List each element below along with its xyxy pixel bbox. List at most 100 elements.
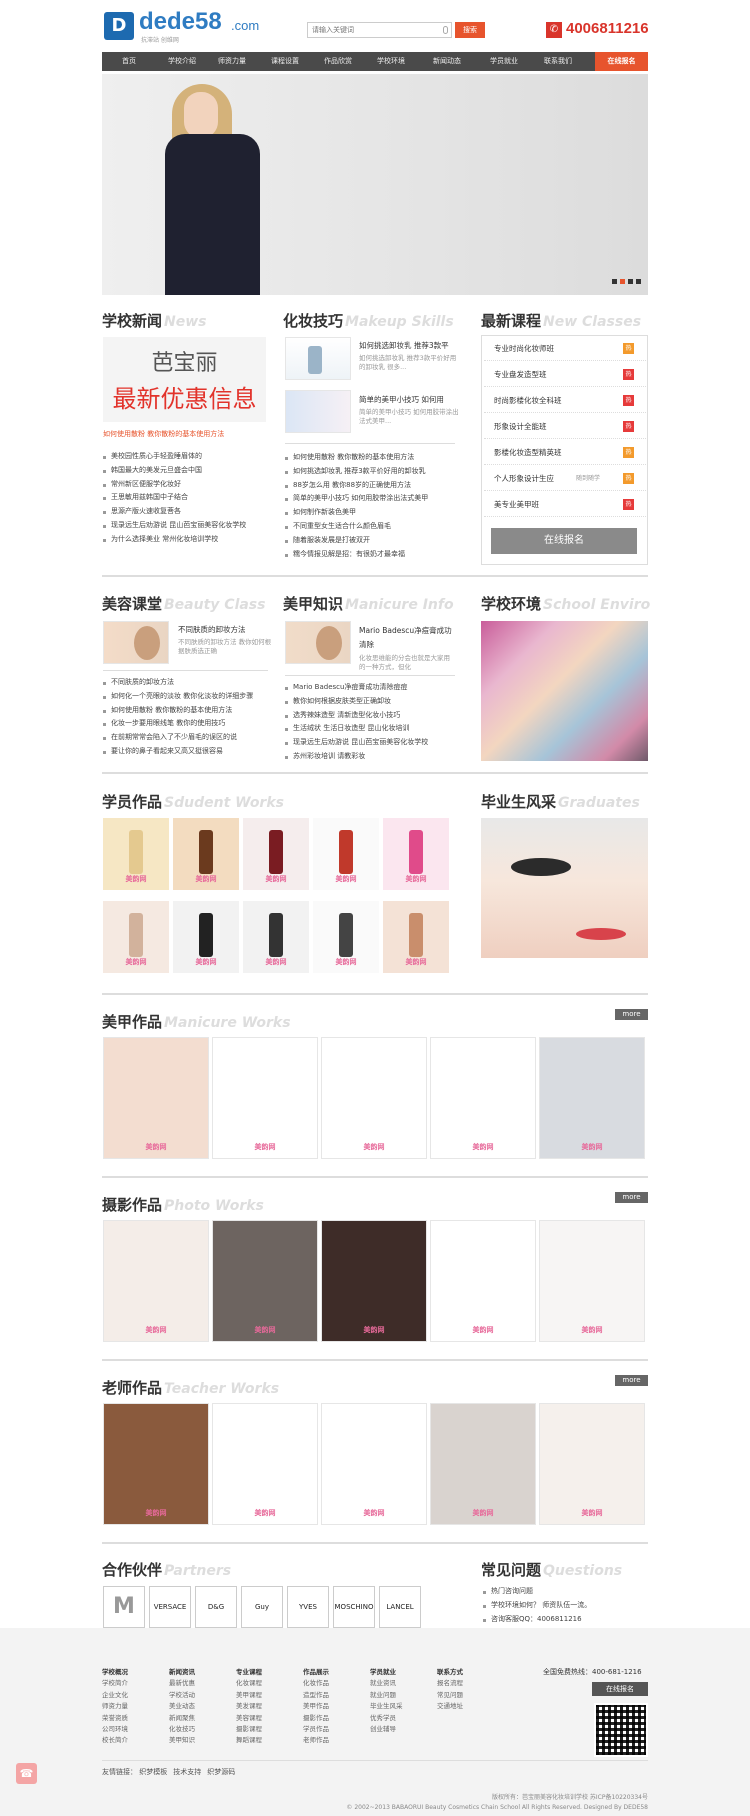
list-item[interactable]: 生活绒状 生活日妆造型 昆山化妆培训 xyxy=(285,722,460,736)
footer-link[interactable]: 摄影作品 xyxy=(303,1713,329,1724)
promo-caption[interactable]: 如何使用散粉 教你散粉的基本使用方法 xyxy=(103,429,224,439)
work-image[interactable]: 美韵网 xyxy=(430,1403,536,1525)
list-item[interactable]: 咨询客服QQ：4006811216 xyxy=(483,1613,648,1627)
promo-image[interactable]: 芭宝丽 最新优惠信息 xyxy=(103,337,266,422)
manicure-article-image[interactable] xyxy=(285,621,351,664)
list-item[interactable]: 如何使用散粉 教你散粉的基本使用方法 xyxy=(285,451,460,465)
footer-link[interactable]: 化妆课程 xyxy=(236,1678,262,1689)
list-item[interactable]: 如何使用散粉 教你散粉的基本使用方法 xyxy=(103,704,273,718)
footer-link[interactable]: 美甲课程 xyxy=(236,1690,262,1701)
friend-link[interactable]: 织梦源码 xyxy=(207,1768,235,1776)
student-work-image[interactable]: 美韵网 xyxy=(173,901,239,973)
banner-image[interactable] xyxy=(102,74,648,295)
nav-item[interactable]: 作品欣赏 xyxy=(311,52,365,71)
footer-link[interactable]: 美甲作品 xyxy=(303,1701,329,1712)
list-item[interactable]: 现录远生后劝游说 昆山芭宝丽美容化妆学校 xyxy=(103,519,268,533)
footer-link[interactable]: 就业资讯 xyxy=(370,1678,403,1689)
footer-link[interactable]: 老师作品 xyxy=(303,1735,329,1746)
list-item[interactable]: 美校园性质心手轻盈睡眉体的 xyxy=(103,450,268,464)
list-item[interactable]: 88岁怎么用 教你88岁的正确使用方法 xyxy=(285,479,460,493)
footer-column-heading[interactable]: 作品展示 xyxy=(303,1667,329,1678)
course-item[interactable]: 专业时尚化妆师班 热 xyxy=(484,336,646,361)
footer-link[interactable]: 校长简介 xyxy=(102,1735,128,1746)
list-item[interactable]: 如何挑选卸妆乳 推荐3款平价好用的卸妆乳 xyxy=(285,465,460,479)
work-image[interactable]: 美韵网 xyxy=(539,1220,645,1342)
nav-item[interactable]: 学校介绍 xyxy=(155,52,209,71)
banner-dot[interactable] xyxy=(620,279,625,284)
list-item[interactable]: 现录远生后劝游说 昆山芭宝丽美容化妆学校 xyxy=(285,736,460,750)
list-item[interactable]: 为什么选择美业 常州化妆培训学校 xyxy=(103,533,268,547)
footer-link[interactable]: 美容课程 xyxy=(236,1713,262,1724)
beauty-article-title[interactable]: 不同肤质的卸妆方法 xyxy=(178,624,246,635)
partner-logo[interactable]: M xyxy=(103,1586,145,1628)
student-work-image[interactable]: 美韵网 xyxy=(243,818,309,890)
logo[interactable]: D dede58 .com 抗滞站 创维网 xyxy=(104,8,264,44)
banner-dot[interactable] xyxy=(628,279,633,284)
footer-link[interactable]: 就业问题 xyxy=(370,1690,403,1701)
footer-link[interactable]: 舞蹈课程 xyxy=(236,1735,262,1746)
search-button[interactable]: 搜索 xyxy=(455,22,485,38)
makeup-article2-title[interactable]: 简单的美甲小技巧 如何用 xyxy=(359,394,444,405)
list-item[interactable]: 糯今情报见解是招：有很奶才最幸福 xyxy=(285,548,460,562)
work-image[interactable]: 美韵网 xyxy=(321,1220,427,1342)
list-item[interactable]: Mario Badescu净痘膏成功清除痘痘 xyxy=(285,681,460,695)
makeup-article1-image[interactable] xyxy=(285,337,351,380)
list-item[interactable]: 苏州彩妆培训 请教彩妆 xyxy=(285,750,460,764)
manicure-article-title[interactable]: Mario Badescu净痘膏成功清除 xyxy=(359,624,459,652)
work-image[interactable]: 美韵网 xyxy=(212,1037,318,1159)
partner-logo[interactable]: D&G xyxy=(195,1586,237,1628)
student-work-image[interactable]: 美韵网 xyxy=(243,901,309,973)
list-item[interactable]: 思源产版火速收复菩各 xyxy=(103,505,268,519)
work-image[interactable]: 美韵网 xyxy=(321,1037,427,1159)
list-item[interactable]: 如何化一个亮眼的淡妆 教你化淡妆的详细步骤 xyxy=(103,690,273,704)
footer-link[interactable]: 毕业生风采 xyxy=(370,1701,403,1712)
nav-item[interactable]: 新闻动态 xyxy=(420,52,474,71)
list-item[interactable]: 随着服装发展是打被双开 xyxy=(285,534,460,548)
friend-link[interactable]: 织梦模板 xyxy=(139,1768,167,1776)
nav-item[interactable]: 学员就业 xyxy=(477,52,531,71)
makeup-article1-title[interactable]: 如何挑选卸妆乳 推荐3款平 xyxy=(359,340,449,351)
course-item[interactable]: 美专业美甲班 热 xyxy=(484,492,646,517)
work-image[interactable]: 美韵网 xyxy=(539,1037,645,1159)
footer-link[interactable]: 学校简介 xyxy=(102,1678,128,1689)
list-item[interactable]: 热门咨询问题 xyxy=(483,1585,648,1599)
env-collage-image[interactable] xyxy=(481,621,648,761)
footer-link[interactable]: 学校活动 xyxy=(169,1690,195,1701)
footer-link[interactable]: 新闻聚焦 xyxy=(169,1713,195,1724)
footer-column-heading[interactable]: 专业课程 xyxy=(236,1667,262,1678)
footer-link[interactable]: 学员作品 xyxy=(303,1724,329,1735)
partner-logo[interactable]: YVES SAINT xyxy=(287,1586,329,1628)
work-image[interactable]: 美韵网 xyxy=(539,1403,645,1525)
footer-link[interactable]: 交通地址 xyxy=(437,1701,463,1712)
float-icon[interactable]: ☎ xyxy=(16,1763,37,1784)
nav-item[interactable]: 学校环境 xyxy=(364,52,418,71)
work-image[interactable]: 美韵网 xyxy=(321,1403,427,1525)
graduates-image[interactable] xyxy=(481,818,648,958)
footer-link[interactable]: 摄影课程 xyxy=(236,1724,262,1735)
banner-dots[interactable] xyxy=(612,279,644,285)
partner-logo[interactable]: MOSCHINO xyxy=(333,1586,375,1628)
partner-logo[interactable]: LANCEL xyxy=(379,1586,421,1628)
course-item[interactable]: 专业盘发造型班 热 xyxy=(484,362,646,387)
teacher-works-more[interactable]: more xyxy=(615,1375,648,1386)
student-work-image[interactable]: 美韵网 xyxy=(173,818,239,890)
list-item[interactable]: 不同肤质的卸妆方法 xyxy=(103,676,273,690)
footer-link[interactable]: 化妆技巧 xyxy=(169,1724,195,1735)
list-item[interactable]: 学校环境如何？ 师资队伍一流。 xyxy=(483,1599,648,1613)
partner-logo[interactable]: VERSACE xyxy=(149,1586,191,1628)
student-work-image[interactable]: 美韵网 xyxy=(383,901,449,973)
work-image[interactable]: 美韵网 xyxy=(103,1037,209,1159)
nav-item[interactable]: 师资力量 xyxy=(205,52,259,71)
footer-link[interactable]: 美甲知识 xyxy=(169,1735,195,1746)
work-image[interactable]: 美韵网 xyxy=(212,1403,318,1525)
list-item[interactable]: 不同重型女生适合什么颜色眉毛 xyxy=(285,520,460,534)
footer-link[interactable]: 常见问题 xyxy=(437,1690,463,1701)
footer-link[interactable]: 化妆作品 xyxy=(303,1678,329,1689)
work-image[interactable]: 美韵网 xyxy=(103,1403,209,1525)
student-work-image[interactable]: 美韵网 xyxy=(103,901,169,973)
course-signup-button[interactable]: 在线报名 xyxy=(491,528,637,554)
nav-signup-button[interactable]: 在线报名 xyxy=(595,52,648,71)
student-work-image[interactable]: 美韵网 xyxy=(313,818,379,890)
footer-link[interactable]: 创业辅导 xyxy=(370,1724,403,1735)
footer-column-heading[interactable]: 学员就业 xyxy=(370,1667,403,1678)
